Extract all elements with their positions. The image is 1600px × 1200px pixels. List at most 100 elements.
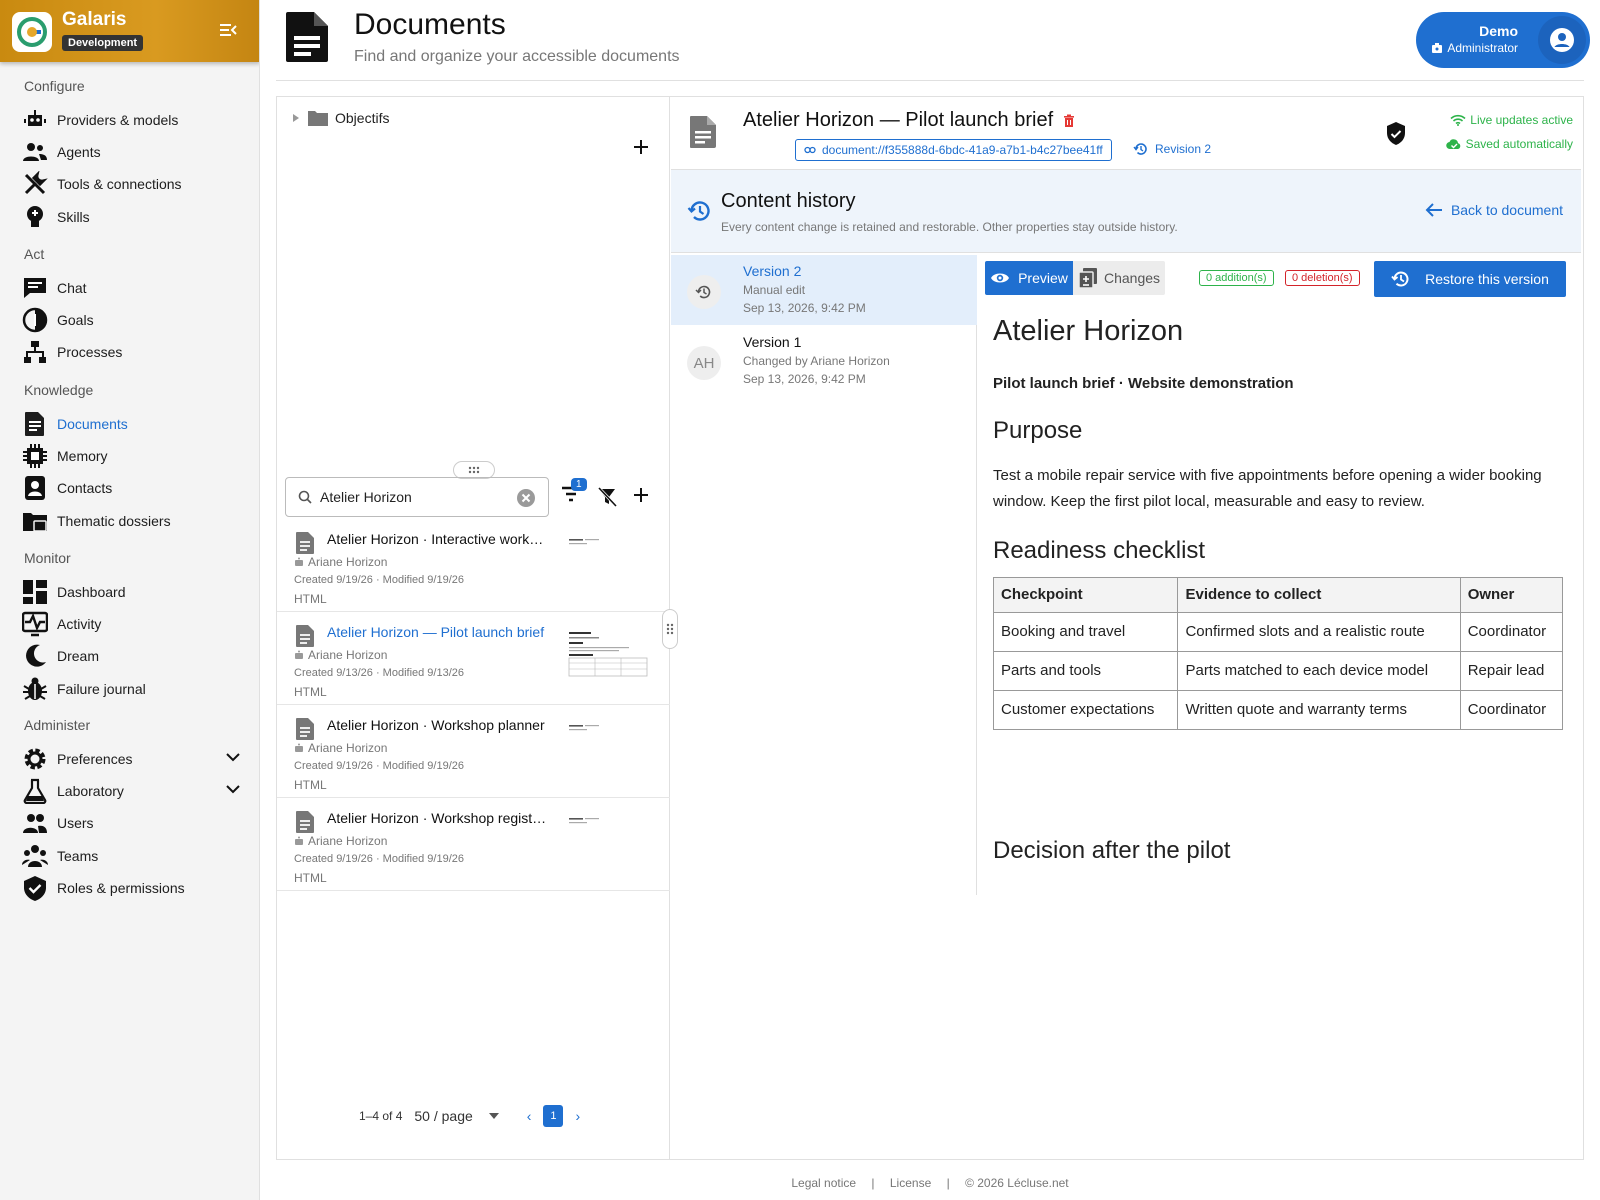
filter-count-badge: 1 <box>571 478 587 491</box>
add-document-button[interactable] <box>633 487 649 503</box>
app-logo[interactable] <box>12 12 52 52</box>
environment-badge: Development <box>62 35 144 51</box>
restore-icon <box>1391 271 1409 287</box>
document-title: Atelier Horizon · Interactive workshop <box>327 531 549 547</box>
user-menu-button[interactable]: Demo Administrator <box>1416 12 1590 68</box>
table-cell: Parts matched to each device model <box>1177 651 1461 691</box>
document-type: HTML <box>294 685 327 699</box>
copyright: © 2026 Lécluse.net <box>965 1176 1069 1190</box>
preview-paragraph: Test a mobile repair service with five a… <box>993 467 1542 510</box>
sidebar-item-chat[interactable]: Chat <box>22 273 250 303</box>
cloud-check-icon <box>1445 139 1460 150</box>
delete-document-button[interactable] <box>1063 114 1075 128</box>
page-title: Documents <box>354 8 506 41</box>
sidebar-item-goals[interactable]: Goals <box>22 305 250 335</box>
page-size-select[interactable]: 50 / page <box>414 1108 472 1124</box>
collapse-sidebar-button[interactable] <box>218 20 238 40</box>
sidebar-item-preferences[interactable]: Preferences <box>22 744 250 774</box>
preview-tab[interactable]: Preview <box>985 261 1073 295</box>
search-input[interactable] <box>320 489 510 505</box>
table-header-cell: Checkpoint <box>992 577 1179 613</box>
chevron-down-icon <box>226 752 240 762</box>
search-field <box>285 477 549 517</box>
footer-separator: | <box>871 1176 875 1190</box>
add-folder-button[interactable] <box>633 139 649 155</box>
sidebar-item-label: Thematic dossiers <box>57 512 171 529</box>
users-icon <box>22 810 48 836</box>
sidebar: Galaris Development Configure Providers … <box>0 0 260 1200</box>
version-item[interactable]: Version 2 Manual edit Sep 13, 2026, 9:42… <box>671 255 977 325</box>
previous-page-button[interactable]: ‹ <box>527 1108 532 1124</box>
folder-icon <box>308 111 328 126</box>
shield-icon <box>22 875 48 901</box>
document-author: Ariane Horizon <box>294 555 387 569</box>
sidebar-item-activity[interactable]: Activity <box>22 609 250 639</box>
changes-tab[interactable]: Changes <box>1073 261 1165 295</box>
document-dates: Created 9/19/26 · Modified 9/19/26 <box>294 574 465 586</box>
sidebar-item-thematic-dossiers[interactable]: Thematic dossiers <box>22 506 250 536</box>
sidebar-item-teams[interactable]: Teams <box>22 841 250 871</box>
license-link[interactable]: License <box>890 1176 931 1190</box>
filter-off-icon <box>597 487 617 507</box>
additions-badge: 0 addition(s) <box>1199 270 1274 286</box>
document-browser: Objectifs 1 Atelier Horizon · <box>277 97 678 1159</box>
back-to-document-link[interactable]: Back to document <box>1425 202 1563 218</box>
sidebar-header: Galaris Development <box>0 0 259 62</box>
sidebar-item-memory[interactable]: Memory <box>22 441 250 471</box>
sidebar-item-failure-journal[interactable]: Failure journal <box>22 674 250 704</box>
table-row: Parts and tools Parts matched to each dev… <box>992 651 1564 691</box>
user-name: Demo <box>1479 23 1518 39</box>
document-type: HTML <box>294 871 327 885</box>
flask-icon <box>22 778 48 805</box>
sidebar-item-dream[interactable]: Dream <box>22 641 250 671</box>
legal-notice-link[interactable]: Legal notice <box>791 1176 856 1190</box>
document-uri-link[interactable]: document://f355888d-6bdc-41a9-a7b1-b4c27… <box>795 139 1112 161</box>
document-title: Atelier Horizon — Pilot launch brief <box>327 624 545 640</box>
document-icon <box>295 624 315 648</box>
sidebar-item-users[interactable]: Users <box>22 808 250 838</box>
version-item[interactable]: AH Version 1 Changed by Ariane Horizon S… <box>671 326 977 396</box>
restore-version-button[interactable]: Restore this version <box>1374 261 1566 297</box>
sidebar-item-dashboard[interactable]: Dashboard <box>22 577 250 607</box>
sidebar-item-roles-permissions[interactable]: Roles & permissions <box>22 873 250 903</box>
moon-icon <box>22 643 48 669</box>
bug-icon <box>22 676 48 702</box>
table-cell: Booking and travel <box>992 612 1179 652</box>
document-type: HTML <box>294 592 327 606</box>
sidebar-item-processes[interactable]: Processes <box>22 337 250 367</box>
sidebar-item-skills[interactable]: Skills <box>22 202 250 232</box>
clear-filters-button[interactable] <box>597 487 617 507</box>
sidebar-item-contacts[interactable]: Contacts <box>22 473 250 503</box>
page-number-current[interactable]: 1 <box>543 1105 564 1127</box>
sidebar-item-label: Failure journal <box>57 680 146 697</box>
revision-link[interactable]: Revision 2 <box>1133 141 1211 157</box>
sidebar-item-laboratory[interactable]: Laboratory <box>22 776 250 806</box>
document-type: HTML <box>294 778 327 792</box>
user-role: Administrator <box>1431 41 1518 55</box>
document-title: Atelier Horizon · Workshop registration <box>327 810 549 826</box>
document-list-item[interactable]: Atelier Horizon · Workshop registration … <box>277 796 670 891</box>
sidebar-item-providers-models[interactable]: Providers & models <box>22 105 250 135</box>
sidebar-item-tools-connections[interactable]: Tools & connections <box>22 169 250 199</box>
sidebar-item-documents[interactable]: Documents <box>22 409 250 439</box>
sidebar-item-agents[interactable]: Agents <box>22 137 250 167</box>
sidebar-item-label: Documents <box>57 416 128 432</box>
sidebar-item-label: Dashboard <box>57 584 126 600</box>
document-list-item[interactable]: Atelier Horizon · Interactive workshop A… <box>277 517 670 612</box>
document-list-item[interactable]: Atelier Horizon — Pilot launch brief Ari… <box>277 610 670 705</box>
footer-separator: | <box>946 1176 950 1190</box>
chevron-down-icon[interactable] <box>488 1113 499 1119</box>
document-list-item[interactable]: Atelier Horizon · Workshop planner Arian… <box>277 703 670 798</box>
document-dates: Created 9/19/26 · Modified 9/19/26 <box>294 853 465 865</box>
contact-icon <box>22 475 48 501</box>
tools-icon <box>22 171 48 197</box>
preview-heading: Atelier Horizon <box>993 315 1184 347</box>
next-page-button[interactable]: › <box>575 1108 580 1124</box>
sidebar-item-label: Users <box>57 815 94 832</box>
clear-search-button[interactable] <box>516 488 536 508</box>
trash-icon <box>1064 114 1075 127</box>
document-title: Atelier Horizon · Workshop planner <box>327 717 545 733</box>
tree-folder-item[interactable]: Objectifs <box>291 109 389 127</box>
sidebar-section-heading: Knowledge <box>24 382 94 398</box>
preview-section-heading: Readiness checklist <box>993 537 1206 564</box>
